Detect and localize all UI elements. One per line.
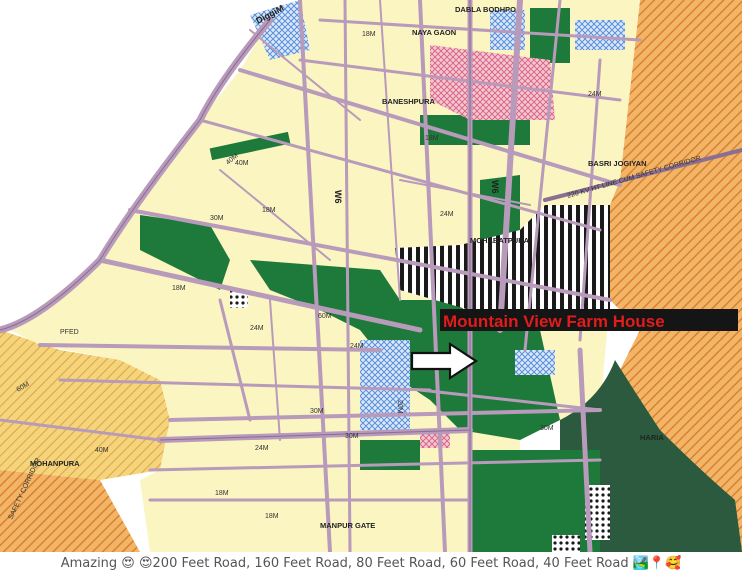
road-label: 30M: [210, 215, 224, 222]
road-label: 24M: [588, 91, 602, 98]
zoning-map-svg: DABLA BODHPO NAYA GAON BANESHPURA BASRI …: [0, 0, 742, 552]
place-label-baneshpura: BANESHPURA: [382, 97, 436, 106]
road-label: 18M: [362, 31, 376, 38]
road-label: 18M: [172, 285, 186, 292]
road-id-20m: 20M: [396, 400, 403, 414]
road-label: 18M: [425, 135, 439, 142]
caption-text: Amazing 😍 😍200 Feet Road, 160 Feet Road,…: [60, 556, 682, 571]
road-label: 30M: [345, 433, 359, 440]
place-label-dabla-bodhpo: DABLA BODHPO: [455, 5, 516, 14]
road-label: 24M: [250, 325, 264, 332]
place-label-manpur-gate: MANPUR GATE: [320, 521, 375, 530]
road-label: 24M: [255, 445, 269, 452]
road-id-w6: W6: [333, 190, 343, 204]
road-id-pfed: PFED: [60, 329, 79, 336]
place-label-haria: HARIA: [640, 433, 664, 442]
caption: Amazing 😍 😍200 Feet Road, 160 Feet Road,…: [0, 552, 742, 578]
road-label: 18M: [215, 490, 229, 497]
road-label: 24M: [350, 343, 364, 350]
place-label-mohabatpura: MOHABATPURA: [470, 236, 530, 245]
highlight-label-text: Mountain View Farm House: [443, 312, 665, 331]
road-id-40m: 40M: [95, 447, 109, 454]
place-label-naya-gaon: NAYA GAON: [412, 28, 456, 37]
zoning-map: DABLA BODHPO NAYA GAON BANESHPURA BASRI …: [0, 0, 742, 552]
road-id-w6: W6: [490, 180, 500, 194]
road-label: 40M: [235, 160, 249, 167]
road-label: 30M: [310, 408, 324, 415]
road-label: 24M: [440, 211, 454, 218]
road-label: 18M: [262, 207, 276, 214]
road-label: 18M: [265, 513, 279, 520]
place-label-basri-jogiyan: BASRI JOGIYAN: [588, 159, 647, 168]
road-label: 30M: [540, 425, 554, 432]
road-label: 60M: [318, 313, 332, 320]
